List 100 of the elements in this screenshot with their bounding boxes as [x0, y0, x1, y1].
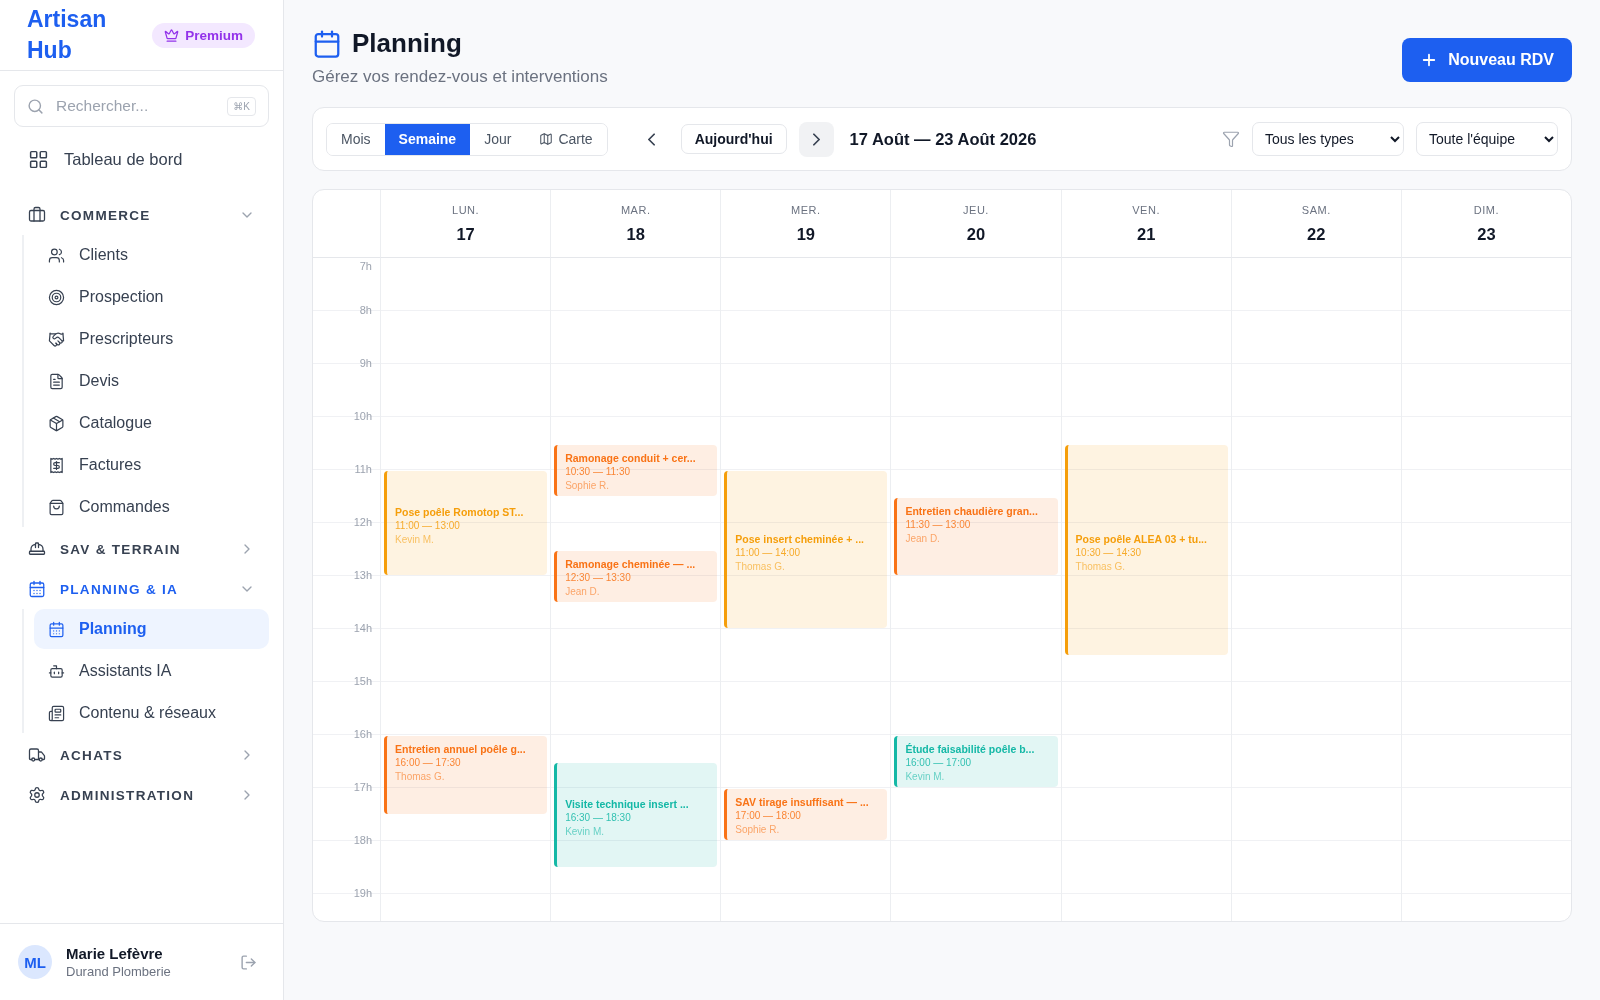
event-title: Entretien annuel poêle g... — [395, 742, 527, 756]
page-title: Planning — [352, 28, 462, 59]
event-time: 16:00 — 17:00 — [905, 756, 973, 770]
filter-icon — [1222, 130, 1240, 148]
nav-item[interactable]: Contenu & réseaux — [34, 693, 269, 733]
event-person: Jean D. — [905, 531, 941, 546]
new-appointment-button[interactable]: Nouveau RDV — [1402, 38, 1572, 82]
search-icon — [27, 97, 44, 115]
grid-icon — [28, 148, 49, 170]
logout-icon[interactable] — [240, 953, 257, 971]
premium-label: Premium — [185, 27, 243, 43]
next-button[interactable] — [798, 121, 834, 157]
nav-group[interactable]: PLANNING & IA — [14, 569, 269, 609]
day-number: 20 — [966, 224, 986, 244]
event-time: 11:00 — 13:00 — [395, 519, 461, 533]
filter-select[interactable]: Toute l'équipe — [1416, 122, 1558, 156]
app-logo[interactable]: Artisan Hub — [27, 4, 117, 66]
event-title: Visite technique insert ... — [565, 796, 690, 811]
weekday-label: MAR. — [620, 203, 651, 216]
day-number: 23 — [1477, 224, 1496, 244]
box-icon — [48, 414, 65, 432]
event-time: 10:30 — 11:30 — [565, 464, 631, 479]
event-time: 10:30 — 14:30 — [1075, 545, 1143, 560]
hour-label: 15h — [353, 675, 372, 688]
hour-label: 18h — [353, 834, 372, 847]
weekday-label: MER. — [791, 203, 821, 216]
user-name: Marie Lefèvre — [66, 945, 164, 962]
weekday-label: LUN. — [452, 203, 480, 216]
robot-icon — [48, 662, 65, 680]
hour-label: 13h — [353, 569, 372, 582]
day-number: 22 — [1307, 224, 1326, 244]
event-person: Jean D. — [565, 584, 601, 599]
hour-label: 12h — [353, 516, 372, 529]
calendar-icon — [28, 580, 46, 598]
newspaper-icon — [48, 704, 65, 722]
nav-group[interactable]: ACHATS — [14, 735, 269, 775]
day-number: 18 — [626, 224, 645, 244]
nav-item[interactable]: Commandes — [34, 487, 269, 527]
event-time: 17:00 — 18:00 — [735, 809, 802, 823]
nav-group[interactable]: COMMERCE — [14, 195, 269, 235]
company-name: Durand Plomberie — [66, 964, 172, 979]
nav-item[interactable]: Assistants IA — [34, 651, 269, 691]
day-number: 19 — [796, 224, 816, 244]
date-range: 17 Août — 23 Août 2026 — [849, 129, 1038, 149]
hour-label: 8h — [359, 304, 372, 317]
view-tab[interactable]: Semaine — [384, 123, 471, 155]
hard-hat-icon — [28, 540, 46, 558]
settings-icon — [28, 786, 46, 804]
crown-icon — [164, 27, 180, 43]
handshake-icon — [48, 330, 65, 348]
chevron-right-icon — [812, 132, 820, 146]
map-icon — [539, 132, 554, 146]
weekday-label: SAM. — [1301, 203, 1331, 216]
event-time: 16:00 — 17:30 — [395, 756, 462, 770]
hour-label: 11h — [354, 463, 372, 476]
nav-item[interactable]: Planning — [34, 609, 269, 649]
event-person: Thomas G. — [395, 770, 446, 784]
calendar-icon — [48, 620, 65, 638]
calendar-icon — [312, 28, 342, 59]
weekday-label: JEU. — [963, 203, 989, 216]
event-person: Kevin M. — [905, 770, 946, 784]
hour-label: 9h — [359, 357, 372, 370]
receipt-icon — [48, 456, 65, 474]
event-time: 16:30 — 18:30 — [565, 810, 632, 825]
nav-item[interactable]: Devis — [34, 361, 269, 401]
shortcut-hint: ⌘K — [227, 96, 256, 116]
event-person: Kevin M. — [395, 533, 435, 547]
people-icon — [48, 246, 65, 264]
nav-item[interactable]: Catalogue — [34, 403, 269, 443]
hour-label: 14h — [353, 622, 372, 635]
event-person: Kevin M. — [565, 824, 606, 839]
event-title: Étude faisabilité poêle b... — [905, 742, 1036, 756]
today-button[interactable]: Aujourd'hui — [680, 124, 787, 154]
document-icon — [48, 372, 65, 390]
event-person: Sophie R. — [565, 478, 611, 493]
nav-link[interactable]: Tableau de bord — [14, 137, 269, 181]
hour-label: 16h — [353, 728, 372, 741]
target-icon — [48, 288, 65, 306]
event-time: 11:00 — 14:00 — [735, 545, 802, 560]
event-title: Pose insert cheminée + ... — [735, 531, 865, 546]
event-title: Ramonage cheminée — ... — [565, 556, 697, 571]
event-title: SAV tirage insuffisant — ... — [735, 795, 870, 809]
nav-item[interactable]: Factures — [34, 445, 269, 485]
event-person: Sophie R. — [735, 823, 781, 837]
hour-label: 7h — [359, 260, 372, 273]
event-time: 11:30 — 13:00 — [905, 517, 972, 532]
page-subtitle: Gérez vos rendez-vous et interventions — [312, 67, 608, 87]
day-number: 21 — [1136, 224, 1156, 244]
truck-icon — [28, 746, 46, 764]
hour-label: 19h — [353, 887, 372, 900]
nav-group[interactable]: ADMINISTRATION — [14, 775, 269, 815]
nav-group[interactable]: SAV & TERRAIN — [14, 529, 269, 569]
user-avatar: ML — [18, 945, 52, 979]
nav-item[interactable]: Prospection — [34, 277, 269, 317]
nav-item[interactable]: Prescripteurs — [34, 319, 269, 359]
filter-select[interactable]: Tous les types — [1252, 122, 1404, 156]
nav-item[interactable]: Clients — [34, 235, 269, 275]
weekday-label: VEN. — [1132, 203, 1160, 216]
bag-icon — [48, 498, 65, 516]
event-title: Ramonage conduit + cer... — [565, 450, 697, 465]
